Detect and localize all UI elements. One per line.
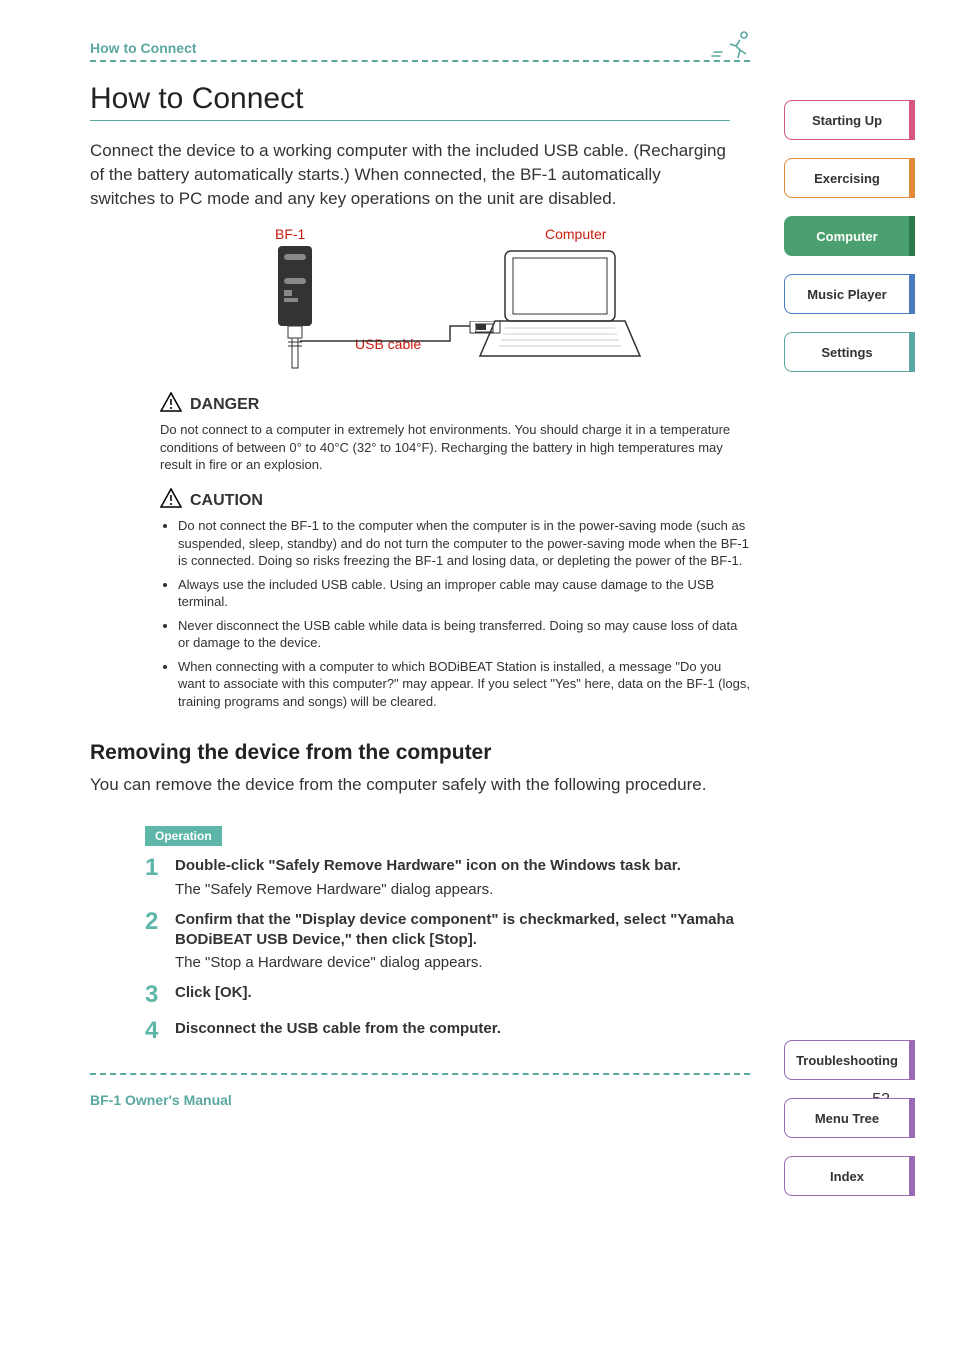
danger-block: DANGER Do not connect to a computer in e… — [160, 392, 750, 474]
caution-heading: CAUTION — [190, 492, 263, 510]
caution-block: CAUTION Do not connect the BF-1 to the c… — [160, 488, 750, 710]
tab-troubleshooting[interactable]: Troubleshooting — [784, 1040, 909, 1080]
step-desc: The "Safely Remove Hardware" dialog appe… — [175, 881, 745, 898]
steps-list: 1 Double-click "Safely Remove Hardware" … — [145, 856, 745, 1043]
step-4: 4 Disconnect the USB cable from the comp… — [145, 1019, 745, 1043]
removing-intro: You can remove the device from the compu… — [90, 773, 730, 797]
caution-item: When connecting with a computer to which… — [178, 658, 750, 711]
step-title: Click [OK]. — [175, 983, 745, 1003]
tab-music-player[interactable]: Music Player — [784, 274, 909, 314]
step-number: 4 — [145, 1019, 165, 1043]
operation-tag: Operation — [145, 826, 222, 846]
side-tabs-top: Starting Up Exercising Computer Music Pl… — [784, 100, 909, 372]
danger-heading: DANGER — [190, 396, 259, 414]
caution-item: Never disconnect the USB cable while dat… — [178, 617, 750, 652]
caution-item: Always use the included USB cable. Using… — [178, 576, 750, 611]
step-3: 3 Click [OK]. — [145, 983, 745, 1007]
warning-icon — [160, 488, 182, 513]
step-2: 2 Confirm that the "Display device compo… — [145, 910, 745, 972]
tab-starting-up[interactable]: Starting Up — [784, 100, 909, 140]
warning-icon — [160, 392, 182, 417]
bf1-label: BF-1 — [275, 226, 305, 242]
usb-cable-icon — [300, 321, 480, 361]
breadcrumb: How to Connect — [90, 40, 760, 56]
step-number: 3 — [145, 983, 165, 1007]
divider-bottom — [90, 1073, 750, 1075]
danger-text: Do not connect to a computer in extremel… — [160, 421, 750, 474]
step-number: 1 — [145, 856, 165, 880]
side-tabs-bottom: Troubleshooting Menu Tree Index — [784, 1040, 909, 1196]
step-title: Confirm that the "Display device compone… — [175, 910, 745, 951]
computer-icon — [475, 246, 655, 371]
step-title: Double-click "Safely Remove Hardware" ic… — [175, 856, 745, 876]
step-number: 2 — [145, 910, 165, 934]
step-title: Disconnect the USB cable from the comput… — [175, 1019, 745, 1039]
intro-text: Connect the device to a working computer… — [90, 139, 730, 210]
divider-top — [90, 60, 750, 62]
page-title: How to Connect — [90, 82, 730, 121]
removing-heading: Removing the device from the computer — [90, 741, 760, 765]
connection-diagram: BF-1 Computer USB cable — [125, 226, 725, 376]
caution-item: Do not connect the BF-1 to the computer … — [178, 517, 750, 570]
tab-settings[interactable]: Settings — [784, 332, 909, 372]
footer-manual: BF-1 Owner's Manual — [90, 1092, 232, 1108]
tab-exercising[interactable]: Exercising — [784, 158, 909, 198]
caution-list: Do not connect the BF-1 to the computer … — [160, 517, 750, 710]
step-desc: The "Stop a Hardware device" dialog appe… — [175, 954, 745, 971]
tab-computer[interactable]: Computer — [784, 216, 909, 256]
step-1: 1 Double-click "Safely Remove Hardware" … — [145, 856, 745, 897]
tab-index[interactable]: Index — [784, 1156, 909, 1196]
computer-label: Computer — [545, 226, 606, 242]
tab-menu-tree[interactable]: Menu Tree — [784, 1098, 909, 1138]
